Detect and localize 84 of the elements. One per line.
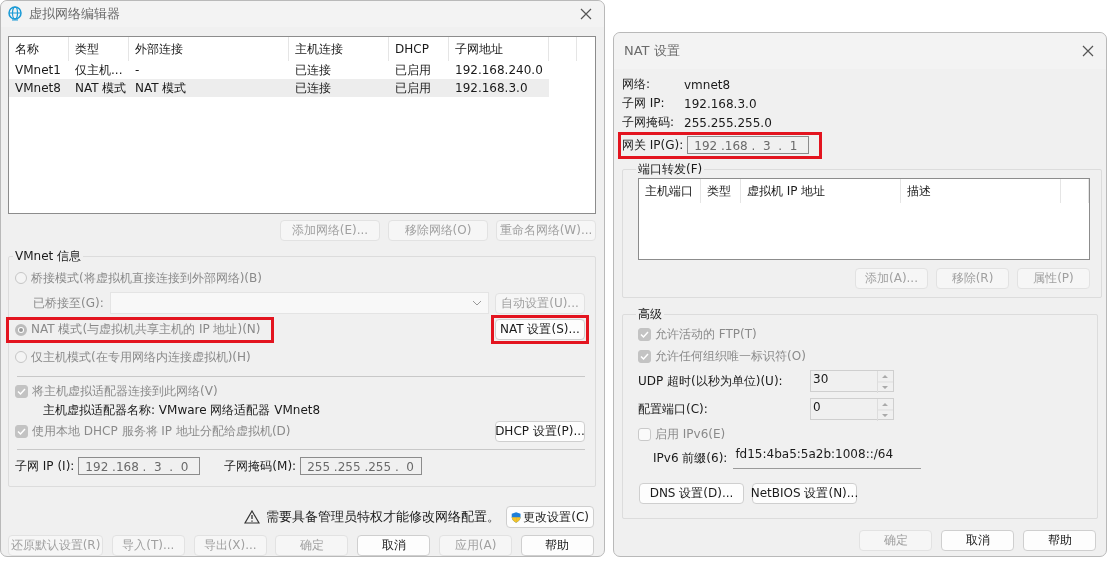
spinner-label: UDP 超时(以秒为单位)(U): xyxy=(638,372,784,390)
checkbox-label: 使用本地 DHCP 服务将 IP 地址分配给虚拟机(D) xyxy=(32,422,291,440)
radio-icon[interactable] xyxy=(15,351,27,363)
table-cell-text: VMnet1 xyxy=(14,63,62,77)
dialog-button[interactable]: 帮助 xyxy=(520,535,594,556)
radio-label: 仅主机模式(在专用网络内连接虚拟机)(H) xyxy=(31,348,251,366)
dialog-button[interactable]: 取消 xyxy=(941,530,1014,551)
subnet-mask-field[interactable]: 255 .255 .255 . 0 xyxy=(300,457,423,475)
shield-icon xyxy=(511,509,522,525)
warning-icon xyxy=(244,510,260,524)
close-icon[interactable] xyxy=(1082,45,1094,57)
checkbox-label: 允许任何组织唯一标识符(O) xyxy=(655,347,806,365)
group-title: 高级 xyxy=(637,306,663,323)
checkbox[interactable] xyxy=(638,327,651,341)
checkbox-label: 启用 IPv6(E) xyxy=(655,425,726,443)
ipv6-prefix-field[interactable]: fd15:4ba5:5a2b:1008::/64 xyxy=(733,447,922,469)
gateway-label: 网关 IP(G): xyxy=(622,136,684,154)
adapter-name-text: 主机虚拟适配器名称: VMware 网络适配器 VMnet8 xyxy=(43,402,322,419)
radio-label: 桥接模式(将虚拟机直接连接到外部网络)(B) xyxy=(31,269,262,287)
table-cell-text: 192.168.3.0 xyxy=(454,81,529,95)
close-icon[interactable] xyxy=(580,8,592,20)
table-row[interactable]: VMnet1 仅主机... - 已连接 已启用 192.168.240.0 xyxy=(9,61,595,79)
number-spinner[interactable]: 0 xyxy=(810,398,894,420)
subnet-mask-label: 子网掩码(M): xyxy=(224,457,297,475)
column-header[interactable]: DHCP xyxy=(389,37,449,61)
nat-settings-button[interactable]: NAT 设置(S)... xyxy=(495,319,585,340)
advanced-settings-button[interactable]: DNS 设置(D)... xyxy=(639,483,744,504)
dhcp-settings-button[interactable]: DHCP 设置(P)... xyxy=(495,420,585,442)
radio-icon[interactable] xyxy=(15,323,27,336)
column-header[interactable]: 虚拟机 IP 地址 xyxy=(741,179,901,203)
table-cell-text: 已连接 xyxy=(294,61,332,79)
chevron-icon xyxy=(472,300,482,306)
spin-arrows-icon[interactable] xyxy=(877,399,893,421)
bridge-label: 已桥接至(G): xyxy=(33,294,104,312)
admin-notice: 需要具备管理员特权才能修改网络配置。 xyxy=(266,508,500,526)
bridge-dropdown[interactable] xyxy=(109,292,489,314)
table-cell-text: VMnet8 xyxy=(14,81,62,95)
column-header[interactable]: 类型 xyxy=(69,37,129,61)
column-header[interactable]: 主机端口 xyxy=(639,179,701,203)
info-value: vmnet8 xyxy=(684,77,731,92)
subnet-ip-field[interactable]: 192 .168 . 3 . 0 xyxy=(78,457,201,475)
column-header[interactable]: 子网地址 xyxy=(449,37,549,61)
radio-icon[interactable] xyxy=(15,272,27,284)
subnet-ip-label: 子网 IP (I): xyxy=(15,457,75,475)
checkbox[interactable] xyxy=(638,349,651,363)
table-cell-text: - xyxy=(134,63,141,77)
table-cell-text: 192.168.240.0 xyxy=(454,63,544,77)
checkbox[interactable] xyxy=(638,427,651,441)
column-header[interactable]: 外部连接 xyxy=(129,37,289,61)
info-label: 子网掩码: xyxy=(622,114,676,131)
table-cell-text: 已启用 xyxy=(394,79,432,97)
group-title: 端口转发(F) xyxy=(637,161,704,178)
window-title: 虚拟网络编辑器 xyxy=(29,5,121,23)
checkbox-label: 允许活动的 FTP(T) xyxy=(655,325,757,343)
dialog-button[interactable]: 帮助 xyxy=(1023,530,1096,551)
info-value: 255.255.255.0 xyxy=(684,115,772,130)
spinner-label: 配置端口(C): xyxy=(638,400,709,418)
advanced-settings-button[interactable]: NetBIOS 设置(N)... xyxy=(752,483,857,504)
column-header[interactable]: 名称 xyxy=(9,37,69,61)
info-value: 192.168.3.0 xyxy=(684,96,757,111)
info-label: 子网 IP: xyxy=(622,95,666,112)
spin-arrows-icon[interactable] xyxy=(877,371,893,393)
globe-icon xyxy=(7,6,23,22)
checkbox[interactable] xyxy=(15,424,28,438)
table-cell-text: NAT 模式 xyxy=(134,79,188,97)
table-cell-text: 已启用 xyxy=(394,61,432,79)
table-cell-text: NAT 模式 xyxy=(74,79,128,97)
group-title: VMnet 信息 xyxy=(14,248,83,265)
column-header[interactable]: 类型 xyxy=(701,179,741,203)
change-settings-button[interactable]: 更改设置(C) xyxy=(506,506,594,528)
column-header[interactable]: 主机连接 xyxy=(289,37,389,61)
radio-label: NAT 模式(与虚拟机共享主机的 IP 地址)(N) xyxy=(31,321,261,338)
table-cell-text: 已连接 xyxy=(294,79,332,97)
checkbox[interactable] xyxy=(15,384,28,398)
table-cell-text: 仅主机... xyxy=(74,61,124,79)
number-spinner[interactable]: 30 xyxy=(810,370,894,392)
gateway-ip-field[interactable]: 192 .168 . 3 . 1 xyxy=(687,136,810,154)
dialog-button[interactable]: 取消 xyxy=(357,535,431,556)
checkbox-label: 将主机虚拟适配器连接到此网络(V) xyxy=(32,382,218,400)
table-row[interactable]: VMnet8 NAT 模式 NAT 模式 已连接 已启用 192.168.3.0 xyxy=(9,79,549,97)
column-header[interactable]: 描述 xyxy=(901,179,1061,203)
info-label: 网络: xyxy=(622,76,652,93)
window-title: NAT 设置 xyxy=(624,42,681,60)
ipv6-prefix-label: IPv6 前缀(6): xyxy=(653,449,728,467)
